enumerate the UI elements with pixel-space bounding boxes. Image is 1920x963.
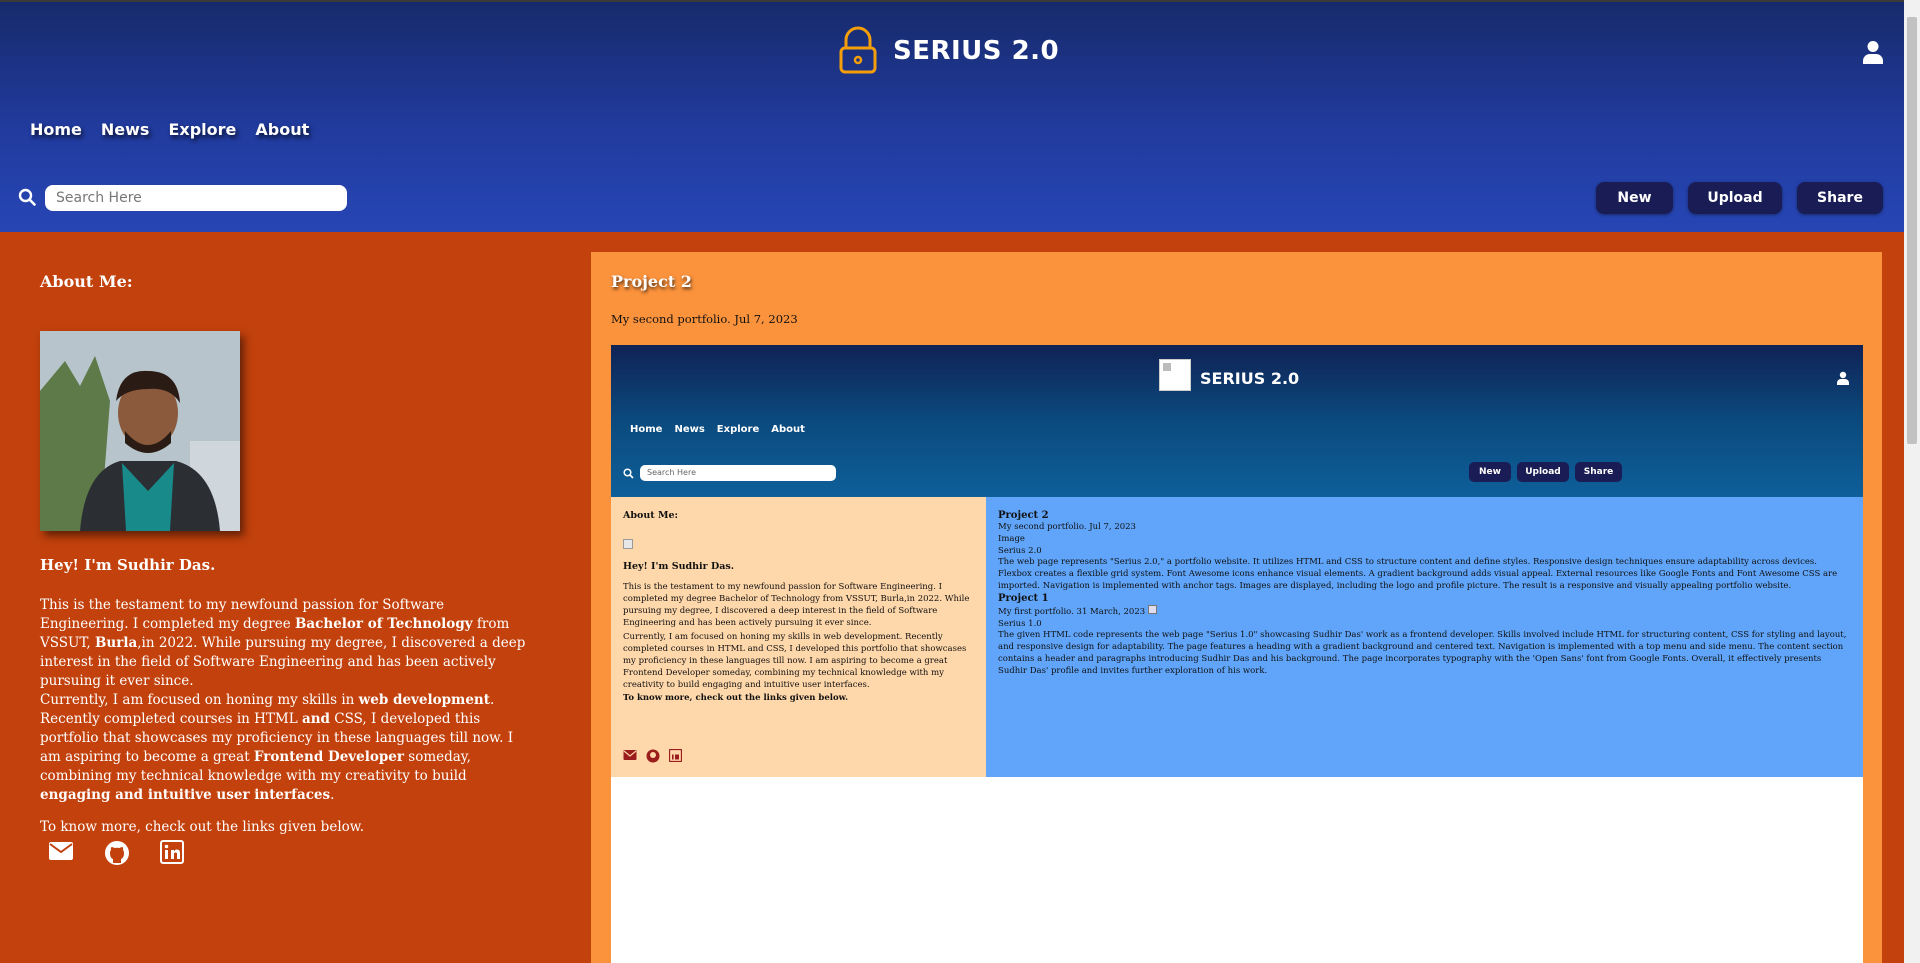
preview-linkedin-icon [669, 749, 682, 762]
preview-project-2-name: Serius 2.0 [998, 545, 1042, 556]
lock-icon [839, 26, 877, 74]
site-header: SERIUS 2.0 Home News Explore About New U… [0, 0, 1904, 232]
preview-nav-news: News [674, 424, 705, 435]
envelope-icon[interactable] [48, 840, 74, 862]
nav-news[interactable]: News [101, 120, 150, 139]
preview-project-2-description: The web page represents "Serius 2.0," a … [998, 557, 1838, 591]
project-subtitle: My second portfolio. Jul 7, 2023 [611, 312, 798, 326]
preview-user-icon [1837, 371, 1849, 385]
preview-project-1-subtitle: My first portfolio. 31 March, 2023 [998, 606, 1146, 617]
preview-search-icon [623, 468, 634, 479]
preview-about-paragraph-3: To know more, check out the links given … [623, 693, 849, 703]
project-card: Project 2 My second portfolio. Jul 7, 20… [591, 252, 1882, 963]
preview-project-1-subtitle-row: My first portfolio. 31 March, 2023 [998, 604, 1851, 619]
preview-project-2-image-alt: Image [998, 533, 1025, 544]
search-icon[interactable] [18, 188, 36, 206]
preview-projects-section: Project 2 My second portfolio. Jul 7, 20… [986, 497, 1863, 777]
project-preview[interactable]: SERIUS 2.0 Home News Explore About Searc… [611, 345, 1863, 963]
preview-search-input: Search Here [640, 465, 836, 481]
preview-project-2-title: Project 2 [998, 510, 1049, 521]
scrollbar-thumb[interactable] [1907, 17, 1917, 444]
preview-envelope-icon [623, 750, 637, 760]
preview-project-1-name: Serius 1.0 [998, 618, 1042, 629]
preview-nav-explore: Explore [716, 424, 760, 435]
nav-home[interactable]: Home [30, 120, 82, 139]
intro-heading: Hey! I'm Sudhir Das. [40, 556, 216, 574]
preview-new-button: New [1469, 462, 1511, 482]
preview-share-button: Share [1575, 462, 1622, 482]
profile-photo-illustration [40, 331, 240, 531]
profile-photo [40, 331, 240, 531]
preview-upload-button: Upload [1517, 462, 1569, 482]
about-paragraph-3: To know more, check out the links given … [40, 819, 365, 835]
preview-intro-heading: Hey! I'm Sudhir Das. [623, 561, 735, 572]
social-links [48, 840, 184, 866]
project-title: Project 2 [611, 272, 692, 291]
preview-nav-home: Home [630, 424, 663, 435]
preview-github-icon [646, 749, 660, 763]
page-scrollbar[interactable] [1904, 0, 1920, 963]
preview-brand: SERIUS 2.0 [1200, 369, 1300, 388]
preview-nav: Home News Explore About [630, 424, 817, 435]
nav-about[interactable]: About [255, 120, 309, 139]
preview-about-paragraph-2: Currently, I am focused on honing my ski… [623, 632, 967, 690]
brand-title: SERIUS 2.0 [893, 36, 1060, 66]
about-paragraph-1: This is the testament to my newfound pas… [40, 597, 526, 689]
user-icon[interactable] [1862, 40, 1884, 64]
github-icon[interactable] [104, 840, 130, 866]
preview-header: SERIUS 2.0 Home News Explore About Searc… [611, 345, 1863, 497]
preview-project-1-description: The given HTML code represents the web p… [998, 630, 1847, 676]
new-button[interactable]: New [1596, 182, 1673, 214]
about-paragraph-2: Currently, I am focused on honing my ski… [40, 692, 514, 803]
preview-social-links [623, 749, 682, 763]
about-heading: About Me: [40, 272, 133, 291]
nav-explore[interactable]: Explore [168, 120, 236, 139]
preview-logo-broken-image-icon [1159, 359, 1191, 391]
linkedin-icon[interactable] [160, 840, 184, 864]
preview-about-heading: About Me: [623, 510, 679, 521]
preview-about-section: About Me: Hey! I'm Sudhir Das. This is t… [611, 497, 986, 777]
preview-project-1-broken-image-icon [1147, 604, 1157, 614]
preview-nav-about: About [771, 424, 805, 435]
upload-button[interactable]: Upload [1688, 182, 1782, 214]
main-nav: Home News Explore About [30, 120, 328, 139]
share-button[interactable]: Share [1797, 182, 1883, 214]
preview-project-2-subtitle: My second portfolio. Jul 7, 2023 [998, 522, 1136, 532]
preview-broken-image-icon [623, 539, 633, 549]
search-input[interactable] [45, 185, 347, 211]
preview-project-1-title: Project 1 [998, 592, 1049, 604]
preview-about-paragraph-1: This is the testament to my newfound pas… [623, 582, 970, 628]
